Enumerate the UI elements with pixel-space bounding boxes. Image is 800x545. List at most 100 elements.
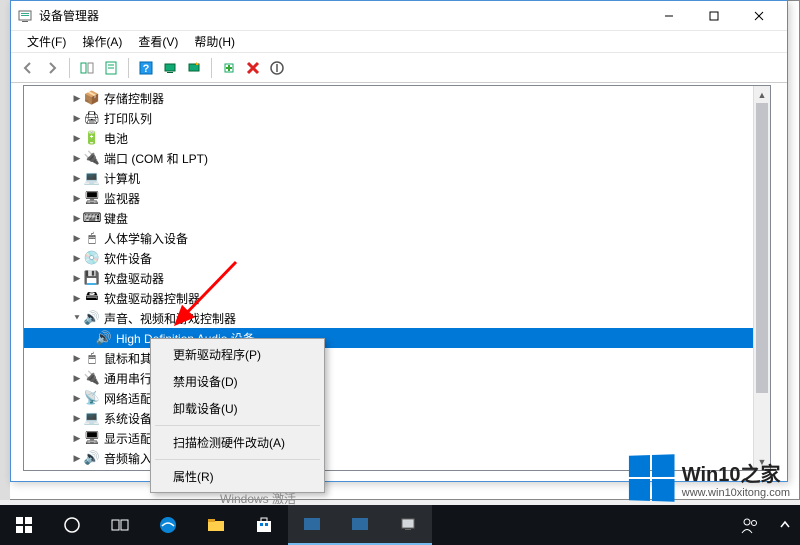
tree-label: 系统设备 xyxy=(104,410,152,427)
tree-item[interactable]: ▶📦存储控制器 xyxy=(24,88,770,108)
toolbar-separator xyxy=(128,58,129,78)
forward-button[interactable] xyxy=(41,57,63,79)
collapse-icon[interactable]: ⯆ xyxy=(70,313,84,324)
tree-label: 网络适配 xyxy=(104,390,152,407)
scan-hardware-button[interactable] xyxy=(159,57,181,79)
expand-icon[interactable]: ▶ xyxy=(70,453,84,464)
expand-icon[interactable]: ▶ xyxy=(70,153,84,164)
sound-icon: 🔊 xyxy=(84,310,100,326)
keyboard-icon: ⌨ xyxy=(84,210,100,226)
speaker-icon: 🔊 xyxy=(96,330,112,346)
scroll-thumb[interactable] xyxy=(756,103,768,393)
expand-icon[interactable]: ▶ xyxy=(70,173,84,184)
expand-icon[interactable]: ▶ xyxy=(70,293,84,304)
watermark-title: Win10之家 xyxy=(682,458,790,487)
tree-label: 通用串行 xyxy=(104,370,152,387)
taskbar-explorer[interactable] xyxy=(192,505,240,545)
tree-item[interactable]: ▶💻计算机 xyxy=(24,168,770,188)
menu-disable-device[interactable]: 禁用设备(D) xyxy=(153,368,322,395)
start-button[interactable] xyxy=(0,505,48,545)
toolbar-separator xyxy=(211,58,212,78)
menu-scan-hardware[interactable]: 扫描检测硬件改动(A) xyxy=(153,429,322,456)
expand-icon[interactable]: ▶ xyxy=(70,233,84,244)
expand-icon[interactable]: ▶ xyxy=(70,93,84,104)
uninstall-button[interactable] xyxy=(242,57,264,79)
tree-item[interactable]: ▶📡网络适配 xyxy=(24,388,770,408)
tree-item[interactable]: ▶💾软盘驱动器 xyxy=(24,268,770,288)
properties-button[interactable] xyxy=(100,57,122,79)
menu-file[interactable]: 文件(F) xyxy=(19,31,74,52)
expand-icon[interactable]: ▶ xyxy=(70,433,84,444)
close-button[interactable] xyxy=(736,2,781,30)
tree-item[interactable]: ▶🖱鼠标和其他 xyxy=(24,348,770,368)
tree-label: 软盘驱动器控制器 xyxy=(104,290,200,307)
context-menu: 更新驱动程序(P) 禁用设备(D) 卸载设备(U) 扫描检测硬件改动(A) 属性… xyxy=(150,338,325,493)
task-view-button[interactable] xyxy=(96,505,144,545)
expand-icon[interactable]: ▶ xyxy=(70,413,84,424)
tree-item[interactable]: ▶⌨键盘 xyxy=(24,208,770,228)
battery-icon: 🔋 xyxy=(84,130,100,146)
expand-icon[interactable]: ▶ xyxy=(70,193,84,204)
minimize-button[interactable] xyxy=(646,2,691,30)
port-icon: 🔌 xyxy=(84,150,100,166)
menu-uninstall-device[interactable]: 卸载设备(U) xyxy=(153,395,322,422)
tree-item[interactable]: ▶🖴软盘驱动器控制器 xyxy=(24,288,770,308)
svg-text:?: ? xyxy=(143,63,150,75)
toolbar: ? xyxy=(11,53,787,83)
menu-view[interactable]: 查看(V) xyxy=(130,31,186,52)
maximize-button[interactable] xyxy=(691,2,736,30)
tree-label: 端口 (COM 和 LPT) xyxy=(104,150,208,167)
tree-item[interactable]: ▶💻系统设备 xyxy=(24,408,770,428)
tree-label: 软件设备 xyxy=(104,250,152,267)
expand-icon[interactable]: ▶ xyxy=(70,253,84,264)
titlebar: 设备管理器 xyxy=(11,1,787,31)
menu-update-driver[interactable]: 更新驱动程序(P) xyxy=(153,341,322,368)
computer-icon: 💻 xyxy=(84,170,100,186)
menu-properties[interactable]: 属性(R) xyxy=(153,463,322,490)
menu-action[interactable]: 操作(A) xyxy=(74,31,130,52)
taskbar-app[interactable] xyxy=(288,505,336,545)
tree-item-sound[interactable]: ⯆🔊声音、视频和游戏控制器 xyxy=(24,308,770,328)
tree-item[interactable]: ▶🖨打印队列 xyxy=(24,108,770,128)
show-hide-tree-button[interactable] xyxy=(76,57,98,79)
vertical-scrollbar[interactable]: ▲ ▼ xyxy=(753,86,770,470)
menu-separator xyxy=(155,425,320,426)
cortana-button[interactable] xyxy=(48,505,96,545)
tree-item[interactable]: ▶🔌通用串行 xyxy=(24,368,770,388)
tree-item[interactable]: ▶🔋电池 xyxy=(24,128,770,148)
expand-icon[interactable]: ▶ xyxy=(70,353,84,364)
taskbar-device-manager[interactable] xyxy=(384,505,432,545)
printer-icon: 🖨 xyxy=(84,110,100,126)
device-manager-window: 设备管理器 文件(F) 操作(A) 查看(V) 帮助(H) ? ▶📦存储控制器 … xyxy=(10,0,788,482)
tree-item[interactable]: ▶💿软件设备 xyxy=(24,248,770,268)
tray-people[interactable] xyxy=(730,505,770,545)
tree-item[interactable]: ▶🔌端口 (COM 和 LPT) xyxy=(24,148,770,168)
menu-help[interactable]: 帮助(H) xyxy=(186,31,243,52)
expand-icon[interactable]: ▶ xyxy=(70,113,84,124)
tree-label: 键盘 xyxy=(104,210,128,227)
taskbar-store[interactable] xyxy=(240,505,288,545)
device-tree[interactable]: ▶📦存储控制器 ▶🖨打印队列 ▶🔋电池 ▶🔌端口 (COM 和 LPT) ▶💻计… xyxy=(24,86,770,470)
tree-label: 打印队列 xyxy=(104,110,152,127)
tree-item[interactable]: ▶🖱人体学输入设备 xyxy=(24,228,770,248)
scroll-up-button[interactable]: ▲ xyxy=(754,86,770,103)
enable-button[interactable] xyxy=(218,57,240,79)
back-button[interactable] xyxy=(17,57,39,79)
tree-item[interactable]: ▶🖥监视器 xyxy=(24,188,770,208)
tree-item-hd-audio[interactable]: 🔊High Definition Audio 设备 xyxy=(24,328,770,348)
expand-icon[interactable]: ▶ xyxy=(70,133,84,144)
update-driver-button[interactable] xyxy=(183,57,205,79)
window-controls xyxy=(646,2,781,30)
taskbar-edge[interactable] xyxy=(144,505,192,545)
usb-icon: 🔌 xyxy=(84,370,100,386)
expand-icon[interactable]: ▶ xyxy=(70,273,84,284)
help-button[interactable]: ? xyxy=(135,57,157,79)
tree-label: 电池 xyxy=(104,130,128,147)
display-icon: 🖥 xyxy=(84,430,100,446)
tray-up-arrow[interactable] xyxy=(770,505,800,545)
tree-item[interactable]: ▶🖥显示适配 xyxy=(24,428,770,448)
taskbar-app[interactable] xyxy=(336,505,384,545)
expand-icon[interactable]: ▶ xyxy=(70,393,84,404)
expand-icon[interactable]: ▶ xyxy=(70,373,84,384)
disable-button[interactable] xyxy=(266,57,288,79)
